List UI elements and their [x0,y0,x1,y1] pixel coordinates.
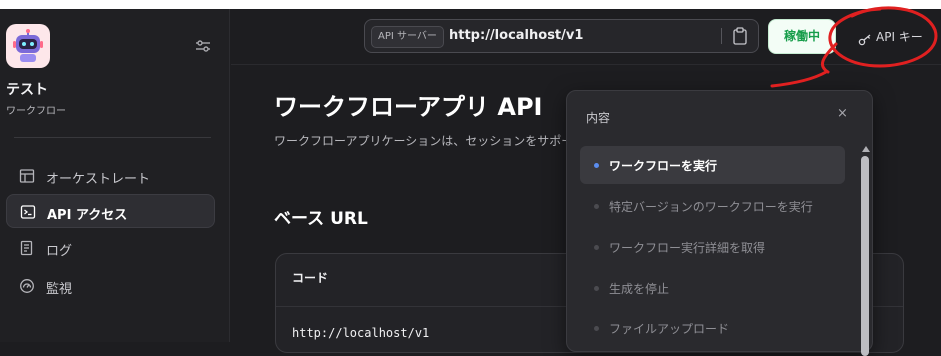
orchestrate-icon [19,168,35,184]
bullet-dot-icon [594,286,599,291]
toc-item-run-workflow[interactable]: ワークフローを実行 [580,146,845,184]
sidebar-item-orchestrate[interactable]: オーケストレート [6,159,215,193]
toc-item-label: ファイルアップロード [609,322,730,336]
toc-item-file-upload[interactable]: ファイルアップロード [580,309,845,347]
scrollbar-thumb[interactable] [861,156,869,356]
bullet-dot-icon [594,245,599,250]
key-icon[interactable] [858,31,872,46]
app-robot-icon [6,24,50,68]
sidebar-item-label: 監視 [46,282,73,297]
field-separator [721,28,722,44]
sliders-icon[interactable] [194,37,212,55]
page-title: ワークフローアプリ API [274,93,543,121]
toc-item-label: 特定バージョンのワークフローを実行 [609,200,813,214]
app-name: テスト [6,82,48,98]
sidebar-item-label: オーケストレート [46,172,151,187]
clipboard-icon[interactable] [732,27,748,45]
close-icon[interactable]: × [837,106,848,121]
sidebar-item-api-access[interactable]: API アクセス [6,194,215,228]
toc-item-get-run-detail[interactable]: ワークフロー実行詳細を取得 [580,228,845,266]
api-key-button[interactable]: API キー [876,28,923,45]
sidebar-item-label: ログ [46,244,73,259]
page-description: ワークフローアプリケーションは、セッションをサポート [274,134,566,148]
api-server-url: http://localhost/v1 [449,28,584,43]
running-status-button[interactable]: 稼働中 [768,19,836,54]
sidebar-item-logs[interactable]: ログ [6,231,215,265]
toc-item-label: ワークフローを実行 [609,159,718,173]
scroll-up-arrow-icon[interactable] [862,146,870,152]
sidebar-item-label: API アクセス [47,208,128,223]
base-url-heading: ベース URL [274,209,368,229]
sidebar-item-monitor[interactable]: 監視 [6,269,215,303]
log-icon [19,240,35,256]
contents-panel: 内容 × ワークフローを実行 特定バージョンのワークフローを実行 ワークフロー実… [566,90,873,356]
code-label: コード [292,271,329,285]
sidebar-divider [14,137,211,138]
app-type: ワークフロー [6,106,66,117]
bullet-dot-icon [594,204,599,209]
sidebar: テスト ワークフロー オーケストレート API アクセス ログ 監視 [0,9,230,342]
bullet-dot-icon [594,326,599,331]
toc-item-label: ワークフロー実行詳細を取得 [609,241,766,255]
window-top-strip [0,0,941,9]
monitor-icon [19,278,35,294]
toc-item-stop-generation[interactable]: 生成を停止 [580,269,845,307]
terminal-icon [20,204,36,220]
toc-item-label: 生成を停止 [609,282,670,296]
toc-item-run-specific-version[interactable]: 特定バージョンのワークフローを実行 [580,187,845,225]
bullet-dot-icon [594,163,599,168]
code-text[interactable]: http://localhost/v1 [292,326,429,340]
contents-title: 内容 [586,111,611,125]
api-server-tag: API サーバー [371,26,444,48]
